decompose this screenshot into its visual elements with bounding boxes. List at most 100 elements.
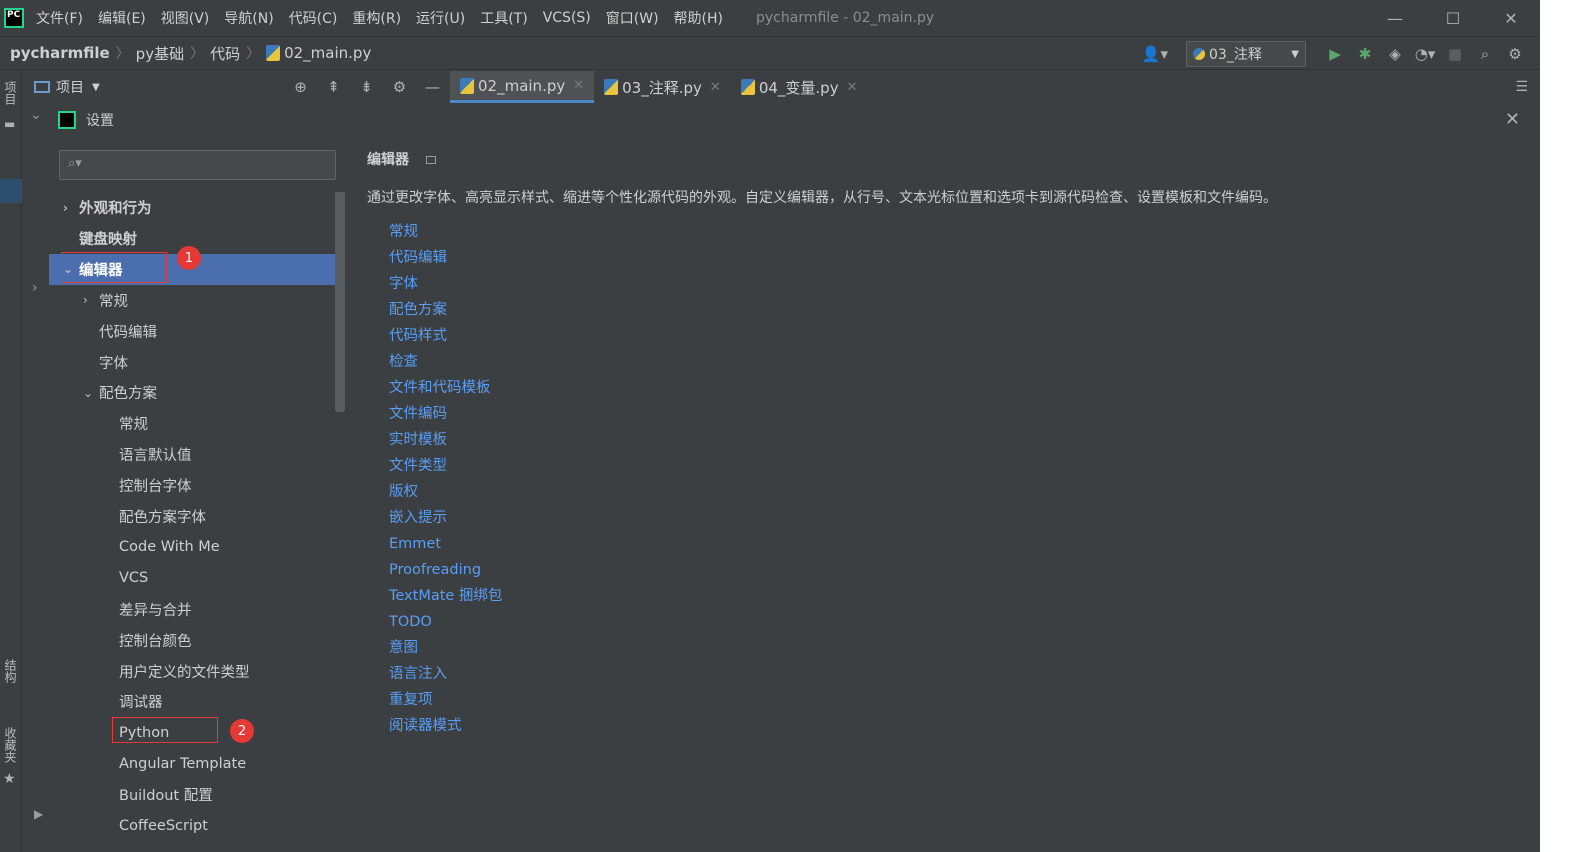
settings-tree-item[interactable]: CoffeeScript (49, 810, 345, 841)
debug-icon[interactable]: ✱ (1350, 45, 1380, 63)
menu-view[interactable]: 视图(V) (161, 8, 210, 28)
settings-search[interactable]: ⌕▾ (59, 150, 336, 180)
settings-tree-item[interactable]: › 外观和行为 (49, 192, 345, 223)
chevron-down-icon[interactable]: ⌄ (83, 386, 99, 400)
settings-link[interactable]: 实时模板 (389, 427, 502, 453)
settings-link[interactable]: 重复项 (389, 687, 502, 713)
settings-link[interactable]: 文件编码 (389, 401, 502, 427)
hide-icon[interactable]: — (416, 78, 449, 96)
python-file-icon (266, 45, 281, 61)
project-view-selector[interactable]: 项目 ▼ (34, 77, 100, 97)
settings-tree-item[interactable]: 代码编辑 (49, 316, 345, 347)
settings-link[interactable]: Proofreading (389, 557, 502, 583)
coverage-icon[interactable]: ◈ (1380, 45, 1410, 63)
close-icon[interactable]: ✕ (1505, 109, 1520, 130)
settings-tree-item[interactable]: 控制台字体 (49, 470, 345, 501)
chevron-right-icon[interactable]: › (32, 280, 38, 296)
close-tab-icon[interactable]: ✕ (710, 80, 721, 95)
settings-tree-item[interactable]: ⌄ 配色方案 (49, 377, 345, 408)
breadcrumb-folder[interactable]: py基础 (136, 43, 184, 64)
editor-settings-links: 常规 代码编辑 字体 配色方案 代码样式 检查 文件和代码模板 文件编码 实时模板 文件类型 版权嵌… (389, 219, 502, 739)
settings-link[interactable]: TextMate 捆绑包 (389, 583, 502, 609)
locate-icon[interactable]: ⊕ (284, 78, 317, 96)
settings-link[interactable]: 嵌入提示 (389, 505, 502, 531)
profile-icon[interactable]: ◔▾ (1410, 45, 1440, 63)
options-gear-icon[interactable]: ⚙ (383, 78, 416, 96)
settings-link[interactable]: 意图 (389, 635, 502, 661)
run-icon[interactable]: ▶ (1320, 45, 1350, 63)
settings-tree-item[interactable]: 字体 (49, 347, 345, 378)
collapse-all-icon[interactable]: ⇟ (350, 78, 383, 96)
breadcrumb-subfolder[interactable]: 代码 (210, 43, 240, 64)
tree-item-label: Buildout 配置 (119, 788, 213, 805)
breadcrumb-project[interactable]: pycharmfile (10, 44, 110, 62)
settings-tree-item[interactable]: 语言默认值 (49, 439, 345, 470)
pycharm-logo-icon (58, 111, 76, 129)
settings-link[interactable]: 版权 (389, 479, 502, 505)
settings-tree-item[interactable]: › 常规 (49, 285, 345, 316)
expand-all-icon[interactable]: ⇞ (317, 78, 350, 96)
menu-window[interactable]: 窗口(W) (606, 8, 659, 28)
settings-link[interactable]: 语言注入 (389, 661, 502, 687)
search-icon[interactable]: ⌕ (1470, 45, 1500, 63)
close-tab-icon[interactable]: ✕ (573, 78, 584, 93)
menu-edit[interactable]: 编辑(E) (98, 8, 146, 28)
settings-link[interactable]: 常规 (389, 219, 502, 245)
tree-item-label: 键盘映射 (79, 231, 137, 248)
menu-code[interactable]: 代码(C) (289, 8, 338, 28)
project-tool-button[interactable]: 项目 (2, 81, 19, 105)
settings-tree-item[interactable]: Angular Template (49, 748, 345, 779)
maximize-button[interactable]: ☐ (1424, 0, 1482, 36)
settings-tree-item[interactable]: Code With Me (49, 532, 345, 563)
settings-link[interactable]: 文件和代码模板 (389, 375, 502, 401)
minimize-button[interactable]: — (1366, 0, 1424, 36)
settings-tree-item[interactable]: 差异与合并 (49, 594, 345, 625)
tab-04-variables[interactable]: 04_变量.py ✕ (731, 71, 868, 103)
tab-02-main[interactable]: 02_main.py ✕ (450, 71, 595, 103)
favorites-tool-button[interactable]: 收藏夹 (2, 727, 19, 763)
chevron-right-icon[interactable]: › (83, 293, 99, 307)
settings-link[interactable]: 文件类型 (389, 453, 502, 479)
dialog-title: 设置 (86, 113, 114, 129)
settings-tree-item[interactable]: VCS (49, 563, 345, 594)
structure-tool-button[interactable]: 结构 (2, 659, 19, 683)
python-icon (1193, 48, 1205, 60)
menu-help[interactable]: 帮助(H) (674, 8, 723, 28)
tab-03-comments[interactable]: 03_注释.py ✕ (594, 71, 731, 103)
settings-link[interactable]: TODO (389, 609, 502, 635)
close-window-button[interactable]: ✕ (1482, 0, 1540, 36)
menu-file[interactable]: 文件(F) (36, 8, 83, 28)
menu-vcs[interactable]: VCS(S) (543, 10, 591, 26)
settings-gear-icon[interactable]: ⚙ (1500, 45, 1530, 63)
settings-content-pane: 编辑器 通过更改字体、高亮显示样式、缩进等个性化源代码的外观。自定义编辑器，从行… (347, 137, 1540, 852)
breadcrumb-file[interactable]: 02_main.py (284, 44, 371, 62)
settings-link[interactable]: 配色方案 (389, 297, 502, 323)
settings-link[interactable]: 检查 (389, 349, 502, 375)
tree-item-label: 配色方案 (99, 386, 157, 403)
chevron-right-icon[interactable]: › (63, 201, 79, 215)
database-icon[interactable]: ☰ (1515, 79, 1528, 95)
run-config-selector[interactable]: 03_注释 ▼ (1186, 41, 1306, 67)
settings-link[interactable]: 代码样式 (389, 323, 502, 349)
stop-icon[interactable]: ■ (1440, 45, 1470, 63)
settings-tree-item[interactable]: 控制台颜色 (49, 625, 345, 656)
menu-refactor[interactable]: 重构(R) (352, 8, 401, 28)
settings-link[interactable]: 代码编辑 (389, 245, 502, 271)
settings-tree-item[interactable]: 用户定义的文件类型 (49, 656, 345, 687)
menu-navigate[interactable]: 导航(N) (224, 8, 273, 28)
tree-item-label: VCS (119, 570, 149, 587)
user-icon[interactable]: 👤▾ (1142, 45, 1168, 63)
settings-tree-item[interactable]: 调试器 (49, 686, 345, 717)
settings-link[interactable]: 字体 (389, 271, 502, 297)
tree-scrollbar[interactable] (335, 192, 345, 412)
settings-link[interactable]: 阅读器模式 (389, 713, 502, 739)
settings-search-input[interactable] (90, 155, 330, 175)
close-tab-icon[interactable]: ✕ (847, 80, 858, 95)
menu-run[interactable]: 运行(U) (416, 8, 465, 28)
settings-tree-item[interactable]: 配色方案字体 (49, 501, 345, 532)
settings-tree-item[interactable]: 常规 (49, 408, 345, 439)
settings-tree-item[interactable]: Buildout 配置 (49, 779, 345, 810)
menu-tools[interactable]: 工具(T) (480, 8, 527, 28)
settings-link[interactable]: Emmet (389, 531, 502, 557)
play-icon[interactable]: ▶ (34, 807, 43, 821)
